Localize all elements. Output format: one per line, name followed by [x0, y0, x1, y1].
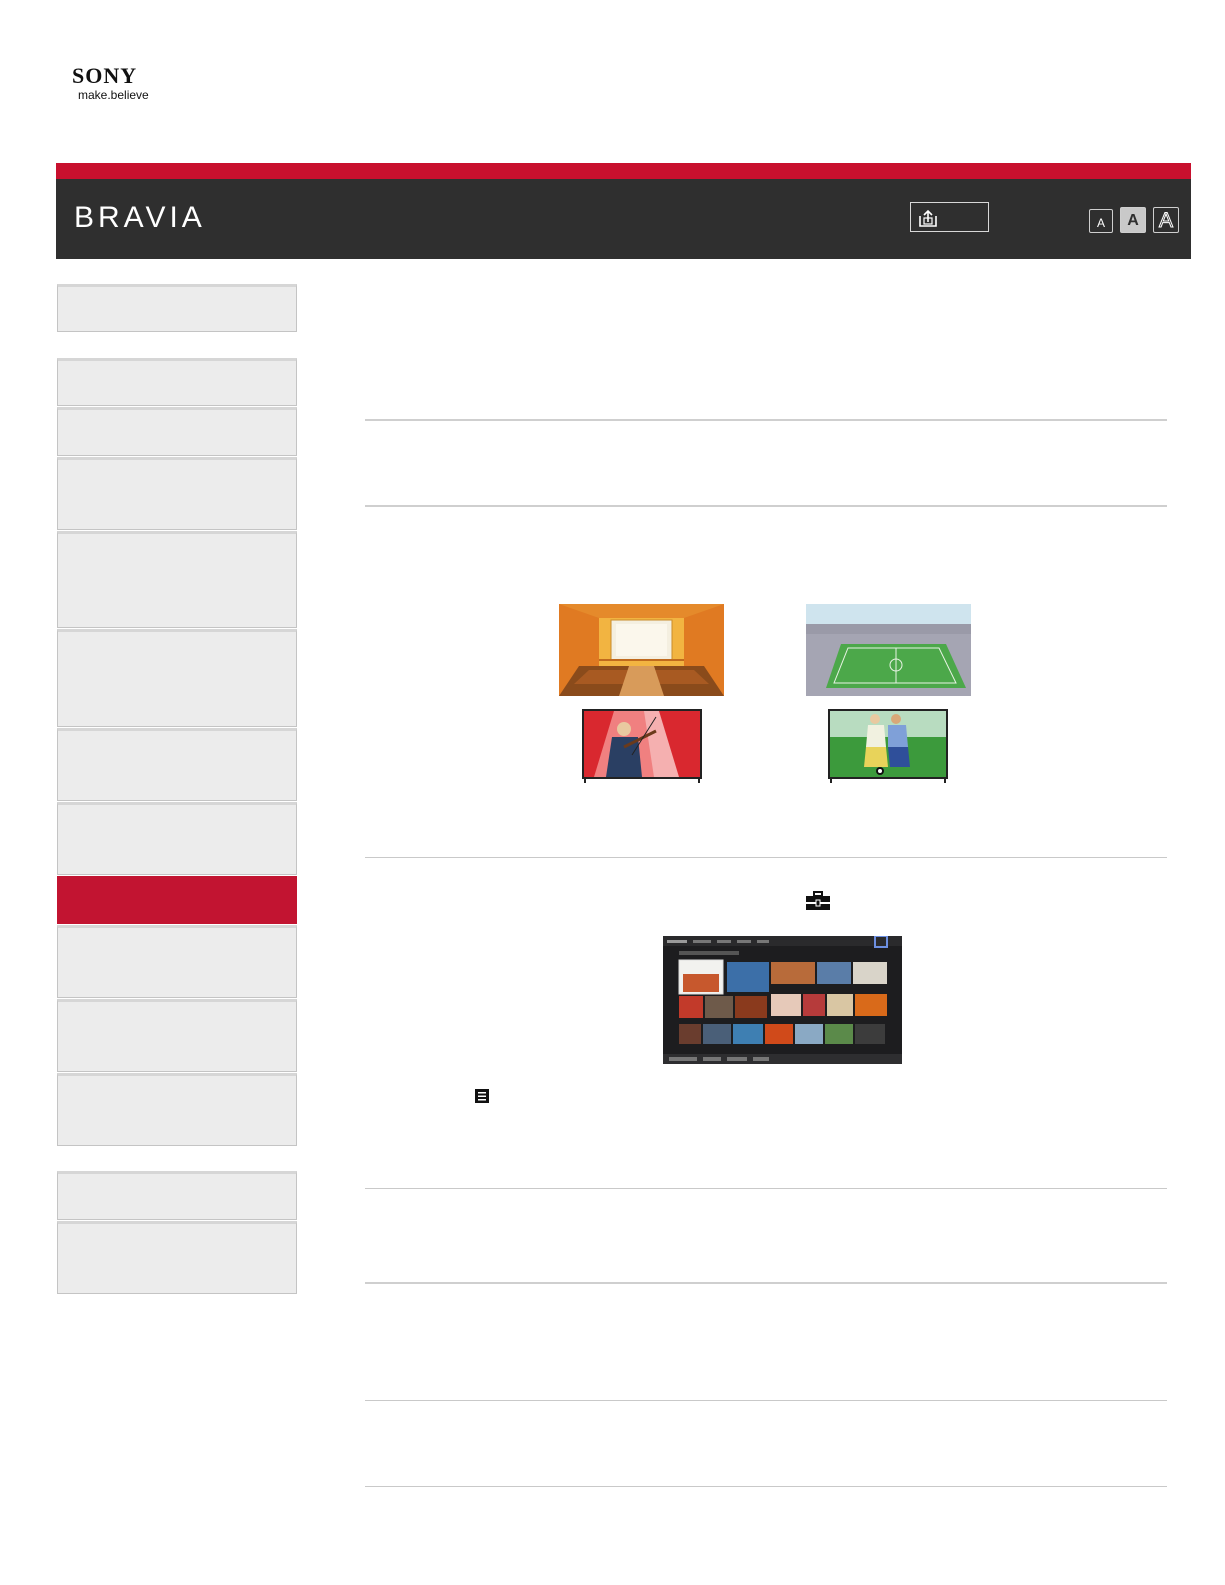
header-bar: BRAVIA A A A	[56, 179, 1191, 259]
font-size-small-button[interactable]: A	[1089, 209, 1113, 233]
toolbox-icon	[805, 891, 831, 916]
options-list-icon	[474, 1088, 490, 1109]
sidebar-item[interactable]	[57, 531, 297, 628]
theater-scene-illustration	[559, 604, 724, 696]
sidebar-item[interactable]	[57, 629, 297, 727]
section-divider	[365, 1400, 1167, 1401]
sidebar-item[interactable]	[57, 457, 297, 530]
sidebar-item[interactable]	[57, 999, 297, 1072]
sidebar-item[interactable]	[57, 1073, 297, 1146]
stadium-scene-illustration	[806, 604, 971, 696]
sidebar-item[interactable]	[57, 407, 297, 456]
tv-stand	[584, 779, 586, 783]
tv-stand	[944, 779, 946, 783]
font-size-large-button[interactable]: A	[1153, 207, 1179, 233]
section-divider	[365, 1282, 1167, 1284]
sidebar-item[interactable]	[57, 728, 297, 801]
sidebar-item[interactable]	[57, 802, 297, 875]
sony-logo: SONY make.believe	[72, 64, 172, 104]
tv-stand	[698, 779, 700, 783]
section-divider	[365, 419, 1167, 421]
product-title: BRAVIA	[74, 201, 206, 234]
section-divider	[365, 505, 1167, 507]
sidebar-item[interactable]	[57, 925, 297, 998]
tv-home-menu-screenshot	[663, 936, 902, 1064]
tv-violinist-illustration	[582, 709, 702, 779]
sidebar-item[interactable]	[57, 1171, 297, 1220]
section-divider	[365, 857, 1167, 858]
sidebar-item[interactable]	[57, 1221, 297, 1294]
sidebar-item[interactable]	[57, 358, 297, 406]
sidebar-item-active[interactable]	[57, 876, 297, 924]
sidebar-item-top[interactable]	[57, 284, 297, 332]
section-divider	[365, 1188, 1167, 1189]
logo-text: SONY	[72, 63, 138, 88]
section-divider	[365, 1486, 1167, 1487]
font-size-medium-button[interactable]: A	[1120, 207, 1146, 233]
upload-button[interactable]	[910, 202, 989, 232]
logo-tagline: make.believe	[78, 88, 149, 102]
upload-icon	[919, 209, 937, 227]
tv-stand	[830, 779, 832, 783]
header-accent-strip	[56, 163, 1191, 179]
tv-football-illustration	[828, 709, 948, 779]
